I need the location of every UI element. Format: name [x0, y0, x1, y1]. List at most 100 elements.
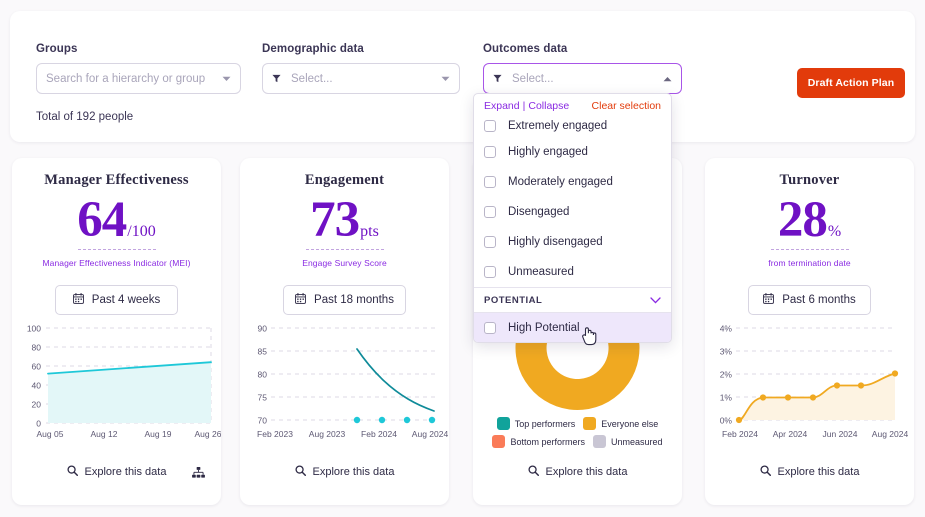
legend-swatch-everyone-else [583, 417, 597, 430]
dropdown-option-label: Disengaged [508, 206, 570, 218]
chevron-down-icon[interactable] [441, 74, 450, 83]
groups-select[interactable]: Search for a hierarchy or group [36, 63, 241, 94]
groups-label: Groups [36, 43, 78, 55]
draft-action-plan-button[interactable]: Draft Action Plan [797, 68, 905, 98]
card-footer[interactable]: Explore this data [240, 463, 449, 481]
legend-swatch-unmeasured [593, 435, 606, 448]
svg-text:80: 80 [32, 343, 42, 353]
filter-funnel-icon [493, 74, 502, 83]
dropdown-group-potential[interactable]: POTENTIAL [474, 287, 671, 313]
explore-data-link[interactable]: Explore this data [313, 466, 395, 478]
svg-text:85: 85 [258, 347, 268, 357]
value-underline [77, 249, 156, 250]
checkbox-icon[interactable] [484, 120, 496, 132]
checkbox-icon[interactable] [484, 206, 496, 218]
svg-text:70: 70 [258, 416, 268, 426]
svg-text:Aug 2024: Aug 2024 [872, 429, 909, 439]
svg-text:Aug 12: Aug 12 [91, 429, 118, 439]
svg-text:Feb 2024: Feb 2024 [361, 429, 397, 439]
legend-swatch-bottom-performers [492, 435, 506, 448]
outcomes-input[interactable]: Select... [512, 73, 663, 85]
explore-data-link[interactable]: Explore this data [85, 466, 167, 478]
kpi-sub-label: Engage Survey Score [302, 258, 387, 268]
demographic-select[interactable]: Select... [262, 63, 460, 94]
legend-item: Everyone else [583, 417, 658, 430]
legend-label: Unmeasured [611, 436, 663, 447]
explore-data-link[interactable]: Explore this data [546, 466, 628, 478]
chevron-up-icon[interactable] [663, 74, 672, 83]
dropdown-option-disengaged[interactable]: Disengaged [474, 197, 671, 227]
dropdown-option-moderately-engaged[interactable]: Moderately engaged [474, 167, 671, 197]
explore-data-link[interactable]: Explore this data [778, 466, 860, 478]
search-icon [527, 463, 539, 481]
svg-text:Jun 2024: Jun 2024 [823, 429, 858, 439]
checkbox-icon[interactable] [484, 322, 496, 334]
chevron-down-icon[interactable] [650, 291, 661, 309]
legend-label: Everyone else [601, 418, 659, 429]
dropdown-option-unmeasured[interactable]: Unmeasured [474, 257, 671, 287]
svg-text:2%: 2% [720, 370, 733, 380]
svg-text:3%: 3% [720, 347, 733, 357]
total-people-text: Total of 192 people [36, 111, 134, 123]
svg-text:4%: 4% [720, 324, 733, 334]
dropdown-option-extremely-engaged[interactable]: Extremely engaged [474, 115, 671, 137]
date-range-button[interactable]: Past 18 months [283, 285, 406, 315]
legend-label: Top performers [514, 418, 576, 429]
svg-text:0%: 0% [720, 416, 733, 426]
kpi-unit: pts [360, 223, 379, 240]
kpi-sub-label: Manager Effectiveness Indicator (MEI) [42, 258, 191, 268]
calendar-icon [763, 292, 775, 307]
groups-filter: Groups Search for a hierarchy or group [36, 43, 241, 94]
dropdown-option-high-potential[interactable]: High Potential [474, 313, 671, 342]
clear-selection-link[interactable]: Clear selection [592, 100, 661, 112]
kpi-sub-label: from termination date [768, 258, 851, 268]
card-footer[interactable]: Explore this data [12, 463, 221, 481]
checkbox-icon[interactable] [484, 236, 496, 248]
search-icon [66, 463, 78, 481]
svg-text:60: 60 [32, 362, 42, 372]
dropdown-option-highly-disengaged[interactable]: Highly disengaged [474, 227, 671, 257]
svg-text:Aug 26: Aug 26 [195, 429, 221, 439]
filter-funnel-icon [272, 74, 281, 83]
potential-legend: Top performers Everyone else Bottom perf… [473, 417, 682, 448]
expand-link[interactable]: Expand [484, 100, 520, 112]
svg-text:Aug 05: Aug 05 [37, 429, 64, 439]
svg-text:Apr 2024: Apr 2024 [773, 429, 808, 439]
date-range-label: Past 4 weeks [91, 294, 161, 306]
date-range-button[interactable]: Past 6 months [748, 285, 871, 315]
date-range-button[interactable]: Past 4 weeks [55, 285, 178, 315]
chevron-down-icon[interactable] [222, 74, 231, 83]
dropdown-option-highly-engaged[interactable]: Highly engaged [474, 137, 671, 167]
search-icon [294, 463, 306, 481]
action-separator: | [522, 100, 526, 112]
card-footer[interactable]: Explore this data [705, 463, 914, 481]
outcomes-select[interactable]: Select... [483, 63, 682, 94]
svg-text:100: 100 [27, 324, 41, 334]
outcomes-dropdown-panel: Expand | Collapse Clear selection Extrem… [473, 93, 672, 343]
metric-card-turnover: Turnover 28 % from termination date Past… [705, 158, 914, 505]
hierarchy-icon[interactable] [192, 465, 205, 483]
svg-text:Aug 19: Aug 19 [145, 429, 172, 439]
svg-text:40: 40 [32, 381, 42, 391]
card-footer[interactable]: Explore this data [473, 463, 682, 481]
metric-card-manager-effectiveness: Manager Effectiveness 64 /100 Manager Ef… [12, 158, 222, 505]
svg-text:Aug 2024: Aug 2024 [412, 429, 449, 439]
demographic-input[interactable]: Select... [291, 73, 441, 85]
calendar-icon [295, 292, 306, 307]
dropdown-group-label: POTENTIAL [484, 294, 543, 306]
checkbox-icon[interactable] [484, 146, 496, 158]
value-underline [770, 249, 849, 250]
groups-input[interactable]: Search for a hierarchy or group [46, 73, 222, 85]
kpi-value: 73 [310, 192, 360, 248]
checkbox-icon[interactable] [484, 266, 496, 278]
kpi-unit: % [827, 223, 842, 240]
collapse-link[interactable]: Collapse [528, 100, 569, 112]
kpi-value-wrap: 28 % [705, 195, 914, 246]
svg-text:Aug 2023: Aug 2023 [309, 429, 346, 439]
checkbox-icon[interactable] [484, 176, 496, 188]
value-underline [305, 249, 384, 250]
svg-text:Feb 2023: Feb 2023 [257, 429, 293, 439]
dropdown-option-label: Highly engaged [508, 146, 588, 158]
card-title: Turnover [779, 172, 840, 188]
kpi-value: 64 [77, 192, 127, 248]
